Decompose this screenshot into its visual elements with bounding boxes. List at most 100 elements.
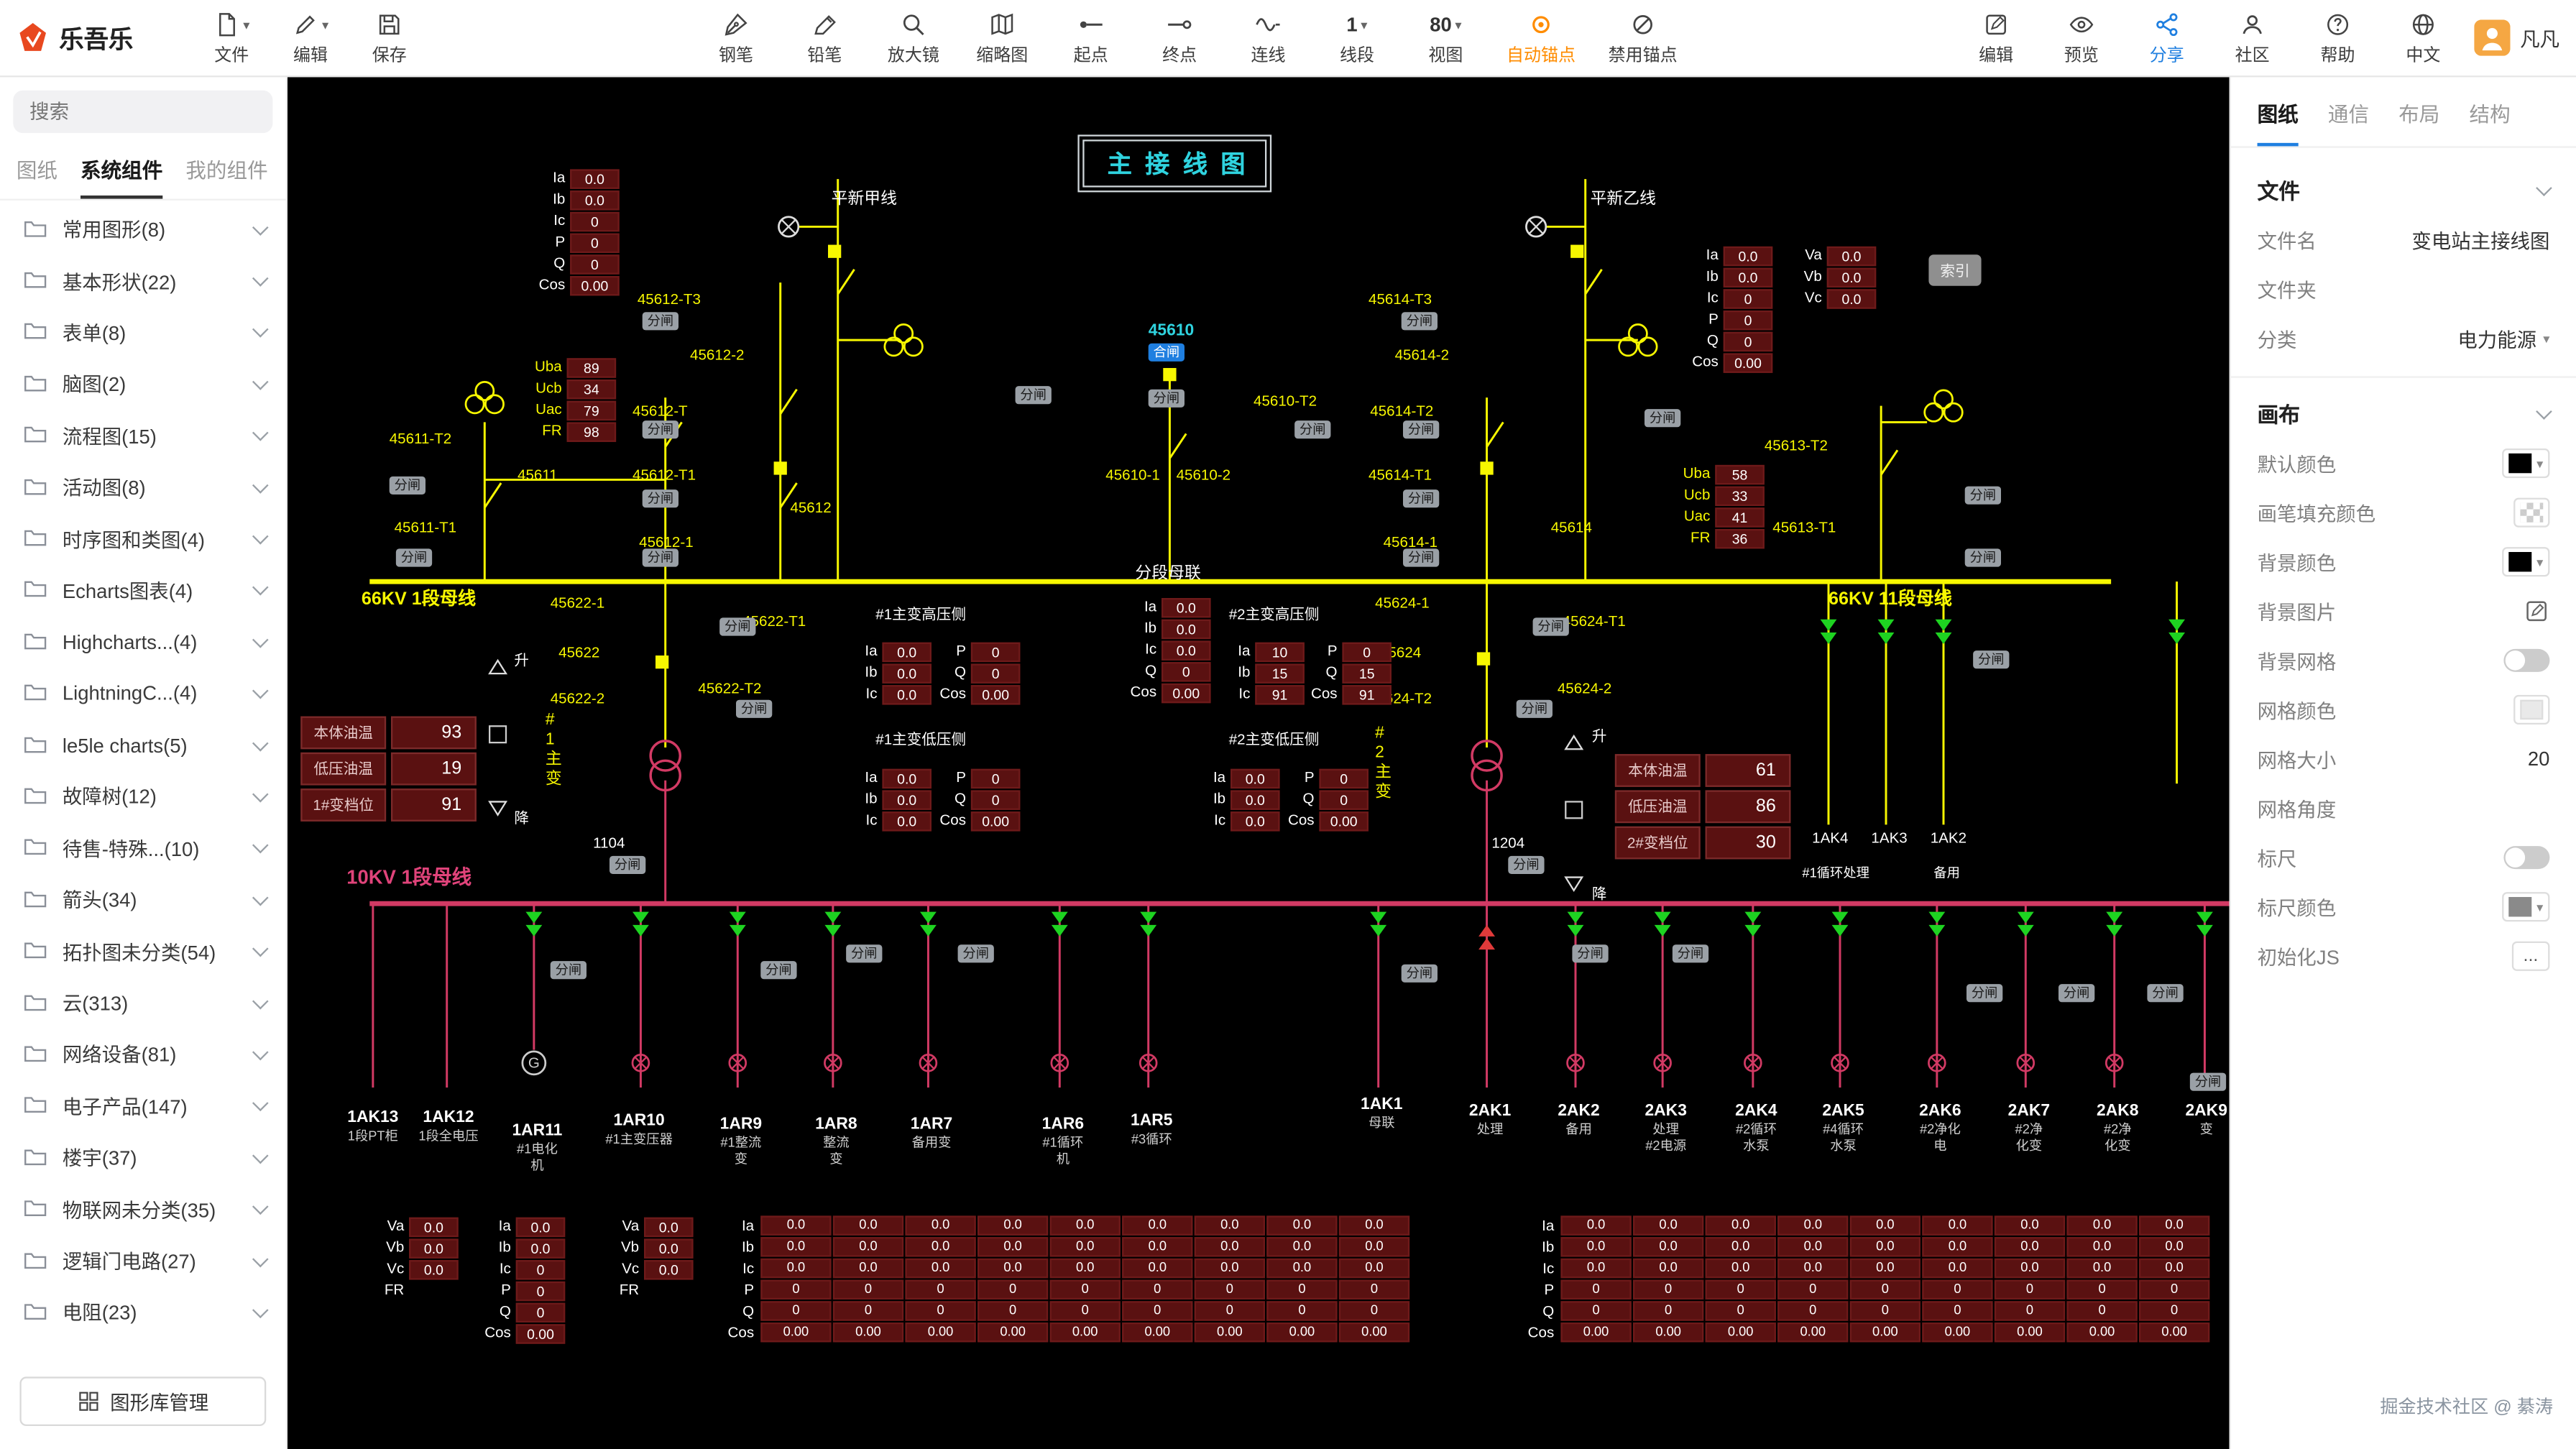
meter-block[interactable]: Ia0.0Ib0.0Ic0.0 [843,640,932,704]
tool-edit-mode[interactable]: 编辑 [1965,6,2028,70]
diagram-label[interactable]: 10KV 1段母线 [346,866,472,890]
sidebar-category[interactable]: Echarts图表(4) [0,565,286,617]
status-tag[interactable]: 分闸 [846,944,882,962]
diagram-label[interactable]: 45612 [790,500,831,518]
sidebar-category[interactable]: le5le charts(5) [0,719,286,771]
status-tag[interactable]: 分闸 [1517,700,1552,718]
bg-grid-toggle[interactable] [2503,649,2549,672]
panel-tab[interactable]: 布局 [2398,97,2439,147]
diagram-title[interactable]: 主接线图 [1082,139,1266,187]
feeder-label[interactable]: 2AK4#2循环 水泵 [1717,1103,1796,1154]
sidebar-tab[interactable]: 我的组件 [185,153,267,199]
feeder-label[interactable]: 2AK5#4循环 水泵 [1804,1103,1883,1154]
panel-tab[interactable]: 通信 [2328,97,2369,147]
diagram-label[interactable]: 升 [1592,728,1607,746]
sidebar-category[interactable]: 楼宇(37) [0,1132,286,1184]
diagram-label[interactable]: 45622-T2 [698,680,761,698]
tool-segment-tool[interactable]: 1▾线段 [1326,6,1389,70]
oil-meter[interactable]: 本体油温93低压油温191#变档位91 [300,714,477,823]
status-tag[interactable]: 分闸 [396,548,432,566]
sidebar-category[interactable]: LightningC...(4) [0,668,286,719]
sidebar-category[interactable]: 活动图(8) [0,461,286,513]
category-select[interactable]: 电力能源 ▾ [2457,324,2549,352]
feeder-label[interactable]: 1AR9#1整流 变 [702,1116,781,1167]
diagram-label[interactable]: 1AK3 [1871,829,1907,847]
diagram-label[interactable]: # 1 主 变 [546,712,562,791]
sidebar-category[interactable]: 云(313) [0,978,286,1029]
feeder-label[interactable]: 1AK131段PT柜 [334,1109,413,1144]
sidebar-category[interactable]: 待售-特殊...(10) [0,822,286,874]
meter-block[interactable]: Uba58Ucb33Uac41FR36 [1675,464,1764,549]
meter-block[interactable]: Uba89Ucb34Uac79FR98 [528,356,616,442]
diagram-label[interactable]: 45622 [558,644,599,662]
ruler-color-picker[interactable]: ▾ [2502,892,2549,921]
status-tag[interactable]: 分闸 [2058,984,2094,1002]
index-button[interactable]: 索引 [1928,254,1981,285]
meter-block[interactable]: Va0.0Vb0.0Vc0.0 [1788,245,1876,309]
diagram-label[interactable]: 45624-2 [1558,680,1612,698]
status-tag[interactable]: 分闸 [643,548,678,566]
tool-file-menu[interactable]: ▾文件 [201,6,263,70]
status-tag[interactable]: 分闸 [643,312,678,330]
sidebar-category[interactable]: 时序图和类图(4) [0,513,286,565]
meter-block[interactable]: P0Q15Cos91 [1303,640,1392,704]
diagram-label[interactable]: 66KV 11段母线 [1828,590,1952,612]
status-tag[interactable]: 分闸 [958,944,994,962]
sidebar-category[interactable]: 电子产品(147) [0,1080,286,1132]
edit-pencil-icon[interactable] [2524,598,2550,625]
meter-block[interactable]: P0Q0Cos0.00 [932,640,1020,704]
diagram-label[interactable]: # 2 主 变 [1375,724,1392,804]
panel-tab[interactable]: 图纸 [2258,97,2299,147]
feeder-label[interactable]: 2AK3处理 #2电源 [1627,1103,1706,1154]
sidebar-category[interactable]: 箭头(34) [0,874,286,926]
diagram-label[interactable]: 45612-2 [690,346,745,364]
status-tag[interactable]: 分闸 [719,617,755,635]
diagram-label[interactable]: 平新乙线 [1591,190,1656,210]
diagram-label[interactable]: #1主变高压侧 [875,606,966,624]
diagram-label[interactable]: 45612-T [632,402,688,420]
status-tag[interactable]: 分闸 [1508,856,1544,874]
value-grid[interactable]: Ia0.00.00.00.00.00.00.00.00.0Ib0.00.00.0… [723,1215,1409,1342]
tool-magnifier-tool[interactable]: 放大镜 [882,6,944,70]
diagram-label[interactable]: 45614-T3 [1368,291,1432,309]
default-color-picker[interactable]: ▾ [2502,448,2549,478]
sidebar-category[interactable]: 基本形状(22) [0,255,286,307]
panel-tab[interactable]: 结构 [2470,97,2511,147]
meter-block[interactable]: Ia0.0Ib0.0Ic0.0 [1191,767,1279,831]
status-tag[interactable]: 分闸 [1965,487,2001,505]
sidebar-category[interactable]: 逻辑门电路(27) [0,1235,286,1287]
meter-block[interactable]: Ia10Ib15Ic91 [1215,640,1304,704]
feeder-label[interactable]: 2AK8#2净 化变 [2078,1103,2157,1154]
feeder-label[interactable]: 1AK1母联 [1342,1096,1421,1131]
brush-fill-picker[interactable] [2513,498,2549,528]
feeder-label[interactable]: 2AK1处理 [1450,1103,1530,1138]
diagram-label[interactable]: #2主变高压侧 [1229,606,1320,624]
status-tag[interactable]: 分闸 [760,961,796,979]
feeder-label[interactable]: 1AR5#3循环 [1112,1112,1191,1147]
diagram-label[interactable]: 45624-1 [1375,594,1430,612]
diagram-label[interactable]: 45622-2 [551,690,605,708]
diagram-label[interactable]: 1AK2 [1931,829,1966,847]
status-tag[interactable]: 分闸 [1533,617,1569,635]
diagram-label[interactable]: 45610-2 [1177,466,1231,484]
tool-language[interactable]: 中文 [2392,6,2455,70]
init-js-button[interactable]: ... [2511,942,2549,971]
meter-block[interactable]: Va0.0Vb0.0Vc0.0FR [604,1215,693,1301]
status-tag[interactable]: 分闸 [1973,650,2009,668]
diagram-canvas[interactable]: G 主接线图 索引 平新甲线平新乙线45612-T345612-245612-T… [288,77,2230,1449]
diagram-label[interactable]: 45622-1 [551,594,605,612]
status-tag[interactable]: 分闸 [2190,1073,2226,1091]
feeder-label[interactable]: 2AK7#2净 化变 [1990,1103,2069,1154]
diagram-label[interactable]: 45610-T2 [1254,392,1317,410]
diagram-label[interactable]: 降 [1592,886,1607,903]
sidebar-category[interactable]: 故障树(12) [0,771,286,823]
feeder-label[interactable]: 1AK121段全电压 [409,1109,488,1144]
sidebar-tab[interactable]: 图纸 [17,153,58,199]
tool-preview[interactable]: 预览 [2050,6,2112,70]
tool-start-point-tool[interactable]: 起点 [1059,6,1122,70]
status-tag[interactable]: 分闸 [390,477,426,494]
sidebar-category[interactable]: Highcharts...(4) [0,616,286,668]
user-chip[interactable]: 凡凡 [2474,19,2559,55]
meter-block[interactable]: Ia0.0Ib0.0Ic0.0Q0Cos0.00 [1122,597,1210,704]
status-tag[interactable]: 分闸 [1965,548,2001,566]
